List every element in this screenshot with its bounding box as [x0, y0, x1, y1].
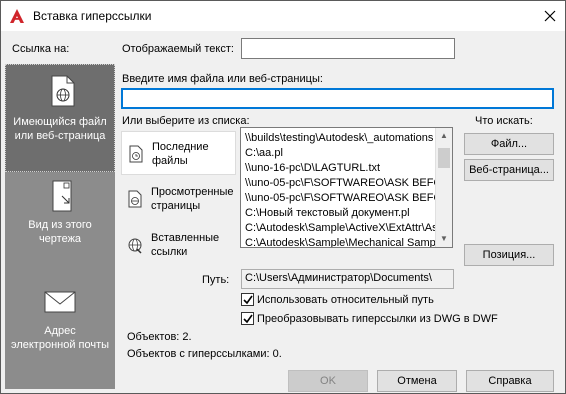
- web-page-button[interactable]: Веб-страница...: [464, 159, 554, 181]
- checkmark-icon: [243, 314, 253, 324]
- file-button-label: Файл...: [490, 138, 528, 150]
- objects-with-links-count: Объектов с гиперссылками: 0.: [127, 348, 282, 360]
- list-item[interactable]: C:\aa.pl: [245, 146, 437, 161]
- sidebar-item-label: чертежа: [38, 233, 82, 245]
- hyperlink-dialog: Вставка гиперссылки Ссылка на: Имеющийся…: [0, 0, 566, 394]
- sidebar-item-existing-file[interactable]: Имеющийся файл или веб-страница: [5, 64, 115, 172]
- sidebar-item-label: Адрес: [44, 325, 76, 337]
- tab-label: файлы: [152, 155, 188, 167]
- file-button[interactable]: Файл...: [464, 133, 554, 155]
- tab-label: ссылки: [151, 246, 188, 258]
- list-item[interactable]: \\uno-16-pc\D\LAGTURL.txt: [245, 161, 437, 176]
- tab-inserted-links[interactable]: Вставленные ссылки: [121, 223, 236, 267]
- filename-input[interactable]: [121, 88, 554, 109]
- path-field: C:\Users\Администратор\Documents\: [241, 269, 454, 289]
- convert-dwg-label: Преобразовывать гиперссылки из DWG в DWF: [257, 313, 498, 325]
- list-item[interactable]: \\uno-05-pc\F\SOFTWAREO\ASK BEFOR: [245, 191, 437, 206]
- scroll-down-icon[interactable]: ▼: [436, 231, 452, 247]
- sidebar-item-label: электронной почты: [10, 339, 110, 351]
- sidebar-item-label: или веб-страница: [14, 130, 106, 142]
- list-item[interactable]: C:\Autodesk\Sample\Mechanical Sample: [245, 236, 437, 247]
- cancel-button-label: Отмена: [397, 375, 437, 387]
- tab-label: Просмотренные: [151, 186, 234, 198]
- browsed-pages-icon: [128, 190, 142, 208]
- list-item[interactable]: C:\Новый текстовый документ.pl: [245, 206, 437, 221]
- sidebar-item-drawing-view[interactable]: Вид из этого чертежа: [5, 174, 115, 282]
- inserted-links-icon: [128, 238, 142, 254]
- sidebar-item-label: Имеющийся файл: [13, 116, 107, 128]
- search-label: Что искать:: [475, 115, 533, 127]
- recent-files-icon: [129, 145, 143, 163]
- files-listbox[interactable]: \\builds\testing\Autodesk\_automations C…: [240, 127, 453, 248]
- position-button-label: Позиция...: [482, 249, 536, 261]
- window-title: Вставка гиперссылки: [33, 9, 152, 23]
- help-button-label: Справка: [488, 375, 532, 387]
- relative-path-label: Использовать относительный путь: [257, 294, 434, 306]
- list-item[interactable]: C:\Autodesk\Sample\ActiveX\ExtAttr\As: [245, 221, 437, 236]
- sidebar-item-label: Вид из этого: [28, 219, 92, 231]
- tab-label: страницы: [151, 200, 201, 212]
- file-globe-icon: [51, 75, 75, 107]
- list-item[interactable]: \\uno-05-pc\F\SOFTWAREO\ASK BEFOR: [245, 176, 437, 191]
- tab-browsed-pages[interactable]: Просмотренные страницы: [121, 177, 236, 221]
- scrollbar-thumb[interactable]: [438, 148, 450, 168]
- tab-label: Последние: [152, 141, 209, 153]
- ok-button[interactable]: OK: [288, 370, 368, 392]
- sidebar-item-email[interactable]: Адрес электронной почты: [5, 284, 115, 389]
- autocad-icon: [10, 9, 24, 23]
- relative-path-checkbox[interactable]: [241, 293, 254, 306]
- display-text-input[interactable]: [241, 38, 455, 59]
- objects-count: Объектов: 2.: [127, 331, 192, 343]
- path-label: Путь:: [202, 274, 230, 286]
- scroll-up-icon[interactable]: ▲: [436, 128, 452, 144]
- list-source-tabs: Последние файлы Просмотренные страницы В…: [121, 127, 236, 264]
- checkmark-icon: [243, 295, 253, 305]
- help-button[interactable]: Справка: [466, 370, 554, 392]
- position-button[interactable]: Позиция...: [464, 244, 554, 266]
- drawing-view-icon: [52, 180, 72, 212]
- select-list-label: Или выберите из списка:: [122, 115, 250, 127]
- ok-button-label: OK: [320, 375, 336, 387]
- link-to-label: Ссылка на:: [12, 43, 70, 55]
- display-text-label: Отображаемый текст:: [122, 43, 234, 55]
- tab-label: Вставленные: [151, 232, 220, 244]
- close-button[interactable]: [535, 1, 565, 31]
- title-bar: Вставка гиперссылки: [1, 1, 565, 31]
- convert-dwg-checkbox[interactable]: [241, 312, 254, 325]
- tab-recent-files[interactable]: Последние файлы: [121, 131, 236, 175]
- web-page-button-label: Веб-страница...: [469, 164, 549, 176]
- close-icon: [544, 10, 556, 22]
- filename-label: Введите имя файла или веб-страницы:: [122, 73, 323, 85]
- list-item[interactable]: \\builds\testing\Autodesk\_automations: [245, 131, 437, 146]
- email-icon: [44, 291, 76, 313]
- list-scrollbar[interactable]: ▲ ▼: [435, 128, 452, 247]
- cancel-button[interactable]: Отмена: [377, 370, 457, 392]
- link-type-sidebar: Имеющийся файл или веб-страница Вид из э…: [5, 64, 115, 389]
